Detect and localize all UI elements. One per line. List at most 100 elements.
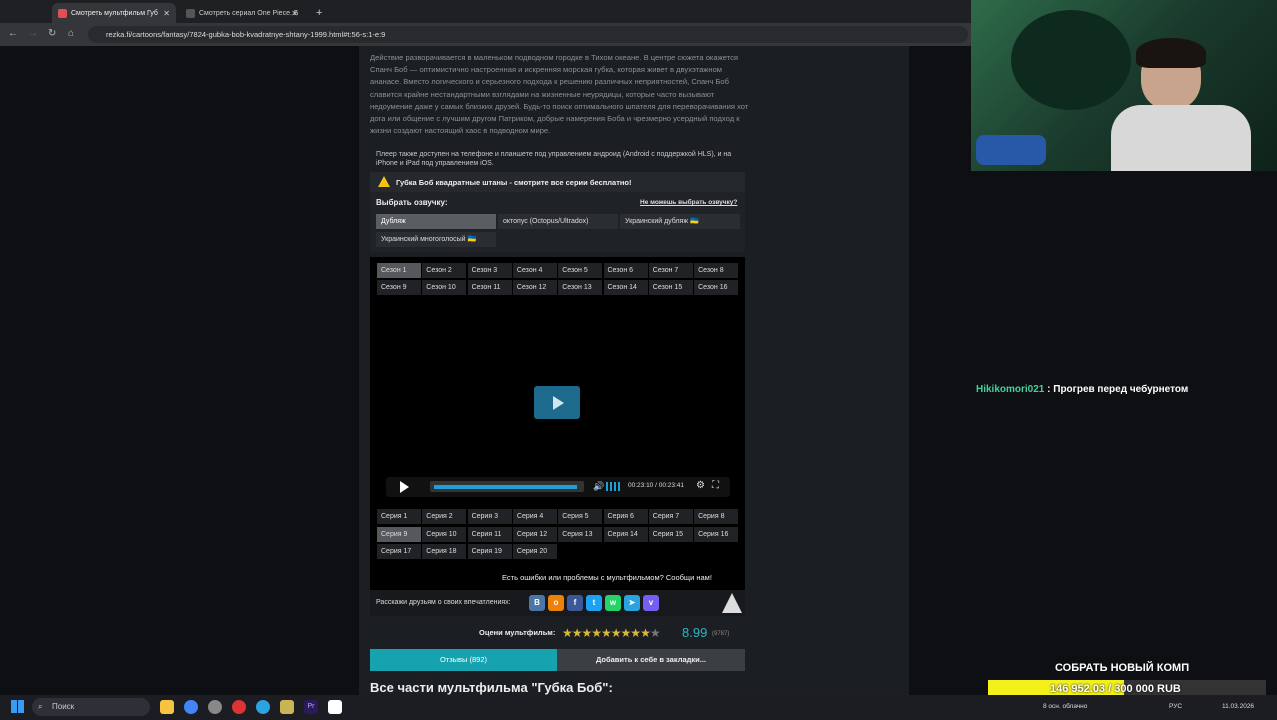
episode-button[interactable]: Серия 7 bbox=[648, 509, 693, 524]
episode-button[interactable]: Серия 13 bbox=[558, 526, 603, 542]
voice-label: Выбрать озвучку: bbox=[376, 198, 448, 207]
error-report-link[interactable]: Есть ошибки или проблемы с мультфильмом?… bbox=[502, 573, 712, 582]
season-button[interactable]: Сезон 16 bbox=[694, 280, 739, 295]
episode-button[interactable]: Серия 11 bbox=[467, 526, 512, 542]
rating-score: 8.99 bbox=[682, 625, 708, 640]
volume-icon[interactable]: 🔊 bbox=[593, 481, 604, 492]
season-button[interactable]: Сезон 14 bbox=[603, 280, 648, 295]
rating-votes: (9787) bbox=[712, 631, 730, 637]
cant-choose-link[interactable]: Не можешь выбрать озвучку? bbox=[640, 199, 737, 206]
season-button[interactable]: Сезон 7 bbox=[648, 263, 693, 278]
voice-option[interactable]: Украинский многоголосый 🇺🇦 bbox=[376, 232, 496, 247]
home-icon[interactable]: ⌂ bbox=[68, 28, 74, 39]
season-button[interactable]: Сезон 13 bbox=[558, 280, 603, 295]
season-button[interactable]: Сезон 4 bbox=[512, 263, 557, 278]
time-display: 00:23:10 / 00:23:41 bbox=[628, 482, 685, 489]
app-icon[interactable] bbox=[232, 700, 246, 714]
movie-description: Действие разворачивается в маленьком под… bbox=[370, 53, 749, 136]
reviews-tab[interactable]: Отзывы (892) bbox=[370, 649, 557, 671]
ok-icon[interactable]: о bbox=[548, 595, 564, 611]
language-indicator[interactable]: РУС bbox=[1169, 703, 1182, 710]
episode-button[interactable]: Серия 18 bbox=[422, 544, 467, 559]
goal-title: СОБРАТЬ НОВЫЙ КОМП bbox=[1055, 662, 1190, 674]
clock-date: 11.03.2026 bbox=[1222, 703, 1255, 710]
twitter-icon[interactable]: t bbox=[586, 595, 602, 611]
season-button[interactable]: Сезон 15 bbox=[648, 280, 693, 295]
season-button[interactable]: Сезон 12 bbox=[512, 280, 557, 295]
episode-button[interactable]: Серия 8 bbox=[694, 509, 739, 524]
obs-icon[interactable] bbox=[328, 700, 342, 714]
season-button[interactable]: Сезон 3 bbox=[467, 263, 512, 278]
premiere-icon[interactable]: Pr bbox=[304, 700, 318, 714]
new-tab-icon[interactable]: + bbox=[310, 3, 326, 23]
episode-button[interactable]: Серия 12 bbox=[512, 526, 557, 542]
episode-button[interactable]: Серия 15 bbox=[648, 526, 693, 542]
tab-active[interactable]: Смотреть мультфильм Губ ✕ bbox=[52, 3, 176, 23]
chat-message: Hikikomori021 : Прогрев перед чебурнетом bbox=[976, 384, 1188, 395]
warning-text: Губка Боб квадратные штаны - смотрите вс… bbox=[396, 177, 632, 187]
episode-button[interactable]: Серия 9 bbox=[377, 526, 421, 542]
tab-inactive[interactable]: Смотреть сериал One Piece. Б ✕ bbox=[180, 3, 304, 23]
episode-button[interactable]: Серия 17 bbox=[377, 544, 421, 559]
telegram-icon[interactable]: ➤ bbox=[624, 595, 640, 611]
webcam-overlay bbox=[971, 0, 1277, 171]
episode-button[interactable]: Серия 4 bbox=[512, 509, 557, 524]
forward-icon[interactable]: → bbox=[28, 28, 38, 39]
season-button[interactable]: Сезон 6 bbox=[603, 263, 648, 278]
episode-button[interactable]: Серия 16 bbox=[694, 526, 739, 542]
telegram-app-icon[interactable] bbox=[256, 700, 270, 714]
whatsapp-icon[interactable]: w bbox=[605, 595, 621, 611]
episode-button[interactable]: Серия 2 bbox=[422, 509, 467, 524]
app-icon[interactable] bbox=[280, 700, 294, 714]
season-button[interactable]: Сезон 10 bbox=[422, 280, 467, 295]
chat-text: : Прогрев перед чебурнетом bbox=[1047, 384, 1189, 395]
voice-option[interactable]: октопус (Octopus/Ultradox) bbox=[498, 214, 618, 229]
episode-button[interactable]: Серия 1 bbox=[377, 509, 421, 524]
bookmark-tab[interactable]: Добавить к себе в закладки... bbox=[557, 649, 745, 671]
share-label: Расскажи друзьям о своих впечатлениях: bbox=[376, 599, 511, 606]
facebook-icon[interactable]: f bbox=[567, 595, 583, 611]
viber-icon[interactable]: v bbox=[643, 595, 659, 611]
episode-button[interactable]: Серия 20 bbox=[512, 544, 557, 559]
volume-bars[interactable] bbox=[606, 482, 622, 491]
warning-banner: Губка Боб квадратные штаны - смотрите вс… bbox=[370, 172, 745, 192]
rating-label: Оцени мультфильм: bbox=[479, 628, 556, 637]
site-favicon bbox=[186, 8, 195, 18]
reload-icon[interactable]: ↻ bbox=[48, 28, 56, 39]
close-icon[interactable]: ✕ bbox=[163, 9, 170, 18]
season-button[interactable]: Сезон 11 bbox=[467, 280, 512, 295]
season-button[interactable]: Сезон 1 bbox=[377, 263, 421, 278]
episode-button[interactable]: Серия 6 bbox=[603, 509, 648, 524]
rating-stars[interactable]: ★★★★★★★★★★ bbox=[562, 626, 661, 640]
url-input[interactable]: rezka.fi/cartoons/fantasy/7824-gubka-bob… bbox=[88, 26, 968, 43]
play-big-icon[interactable] bbox=[534, 386, 580, 419]
progress-fill bbox=[434, 485, 578, 489]
season-button[interactable]: Сезон 9 bbox=[377, 280, 421, 295]
tab-title: Смотреть сериал One Piece. Б bbox=[199, 9, 299, 17]
season-button[interactable]: Сезон 5 bbox=[558, 263, 603, 278]
fullscreen-icon[interactable]: ⛶ bbox=[712, 480, 719, 491]
windows-start-icon[interactable] bbox=[11, 700, 24, 713]
voice-option[interactable]: Украинский дубляж 🇺🇦 bbox=[620, 214, 740, 229]
episode-button[interactable]: Серия 3 bbox=[467, 509, 512, 524]
episode-button[interactable]: Серия 10 bbox=[422, 526, 467, 542]
vk-icon[interactable]: В bbox=[529, 595, 545, 611]
chrome-icon[interactable] bbox=[184, 700, 198, 714]
settings-icon[interactable]: ⚙ bbox=[696, 480, 705, 491]
app-icon[interactable] bbox=[208, 700, 222, 714]
season-button[interactable]: Сезон 2 bbox=[422, 263, 467, 278]
season-button[interactable]: Сезон 8 bbox=[694, 263, 739, 278]
episode-button[interactable]: Серия 19 bbox=[467, 544, 512, 559]
voice-option[interactable]: Дубляж bbox=[376, 214, 496, 229]
explorer-icon[interactable] bbox=[160, 700, 174, 714]
close-icon[interactable]: ✕ bbox=[291, 9, 298, 18]
search-icon: ⌕ bbox=[38, 702, 43, 711]
episode-button[interactable]: Серия 14 bbox=[603, 526, 648, 542]
all-parts-heading: Все части мультфильма "Губка Боб": bbox=[370, 680, 613, 695]
taskbar-search[interactable]: ⌕ Поиск bbox=[32, 698, 150, 716]
chat-username: Hikikomori021 bbox=[976, 384, 1045, 395]
site-favicon bbox=[58, 8, 67, 18]
episode-button[interactable]: Серия 5 bbox=[558, 509, 603, 524]
play-icon[interactable] bbox=[400, 481, 409, 493]
back-icon[interactable]: ← bbox=[8, 28, 18, 39]
